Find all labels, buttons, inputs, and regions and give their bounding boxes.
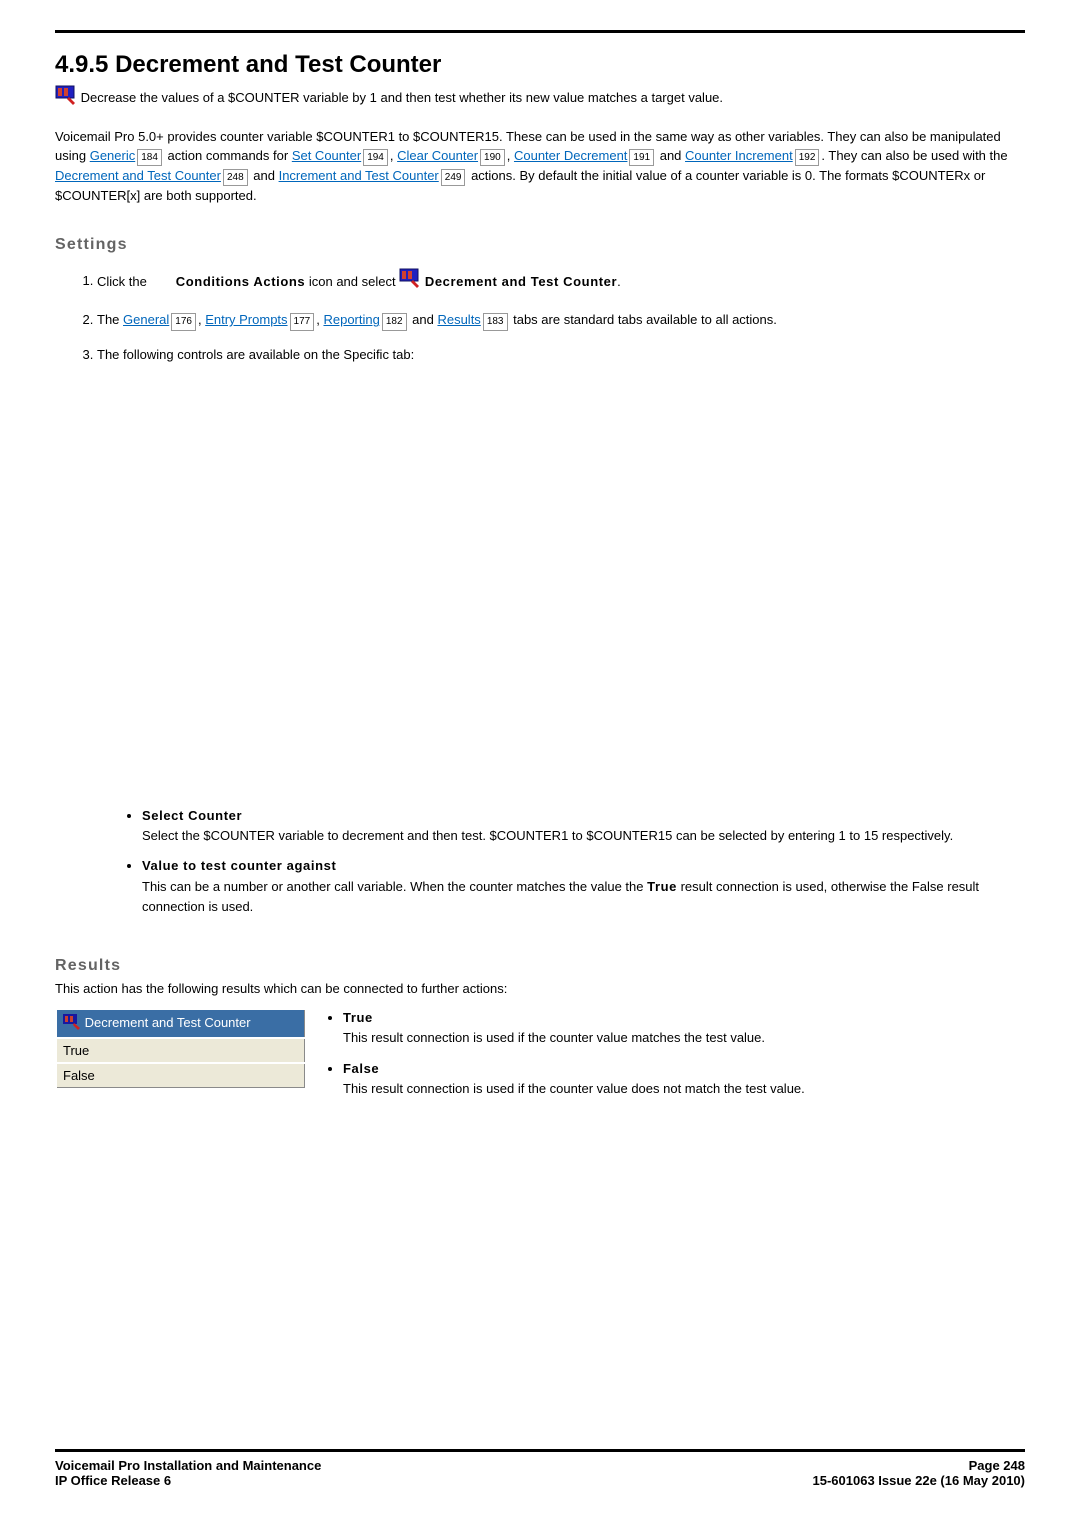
link-tab-entry-prompts[interactable]: Entry Prompts xyxy=(205,312,287,327)
pageref: 183 xyxy=(483,313,508,331)
footer-right: Page 248 15-601063 Issue 22e (16 May 201… xyxy=(813,1458,1026,1488)
results-table-row-false: False xyxy=(56,1063,305,1088)
footer-rule xyxy=(55,1449,1025,1452)
results-descriptions: True This result connection is used if t… xyxy=(323,1008,1025,1109)
pageref: 249 xyxy=(441,169,466,186)
document-page: 4.9.5 Decrement and Test Counter Decreas… xyxy=(0,0,1080,1528)
results-row: Decrement and Test Counter True False Tr… xyxy=(55,1008,1025,1125)
settings-step-2: The General176, Entry Prompts177, Report… xyxy=(97,310,1025,331)
results-heading: Results xyxy=(55,957,1025,975)
section-title: Decrement and Test Counter xyxy=(115,51,441,78)
pageref: 191 xyxy=(629,149,654,166)
section-heading: 4.9.5 Decrement and Test Counter xyxy=(55,51,1025,79)
pageref: 182 xyxy=(382,313,407,331)
counter-icon xyxy=(55,85,77,113)
pageref: 176 xyxy=(171,313,196,331)
results-table: Decrement and Test Counter True False xyxy=(55,1008,305,1088)
controls-list: Select Counter Select the $COUNTER varia… xyxy=(100,806,1025,917)
link-tab-reporting[interactable]: Reporting xyxy=(323,312,379,327)
link-tab-results[interactable]: Results xyxy=(437,312,480,327)
pageref: 184 xyxy=(137,149,162,166)
link-counter-increment[interactable]: Counter Increment xyxy=(685,148,793,163)
intro-paragraph: Decrease the values of a $COUNTER variab… xyxy=(55,85,1025,113)
footer-left: Voicemail Pro Installation and Maintenan… xyxy=(55,1458,321,1488)
counter-icon xyxy=(399,268,421,297)
counter-icon xyxy=(63,1014,81,1033)
link-decrement-test-counter[interactable]: Decrement and Test Counter xyxy=(55,168,221,183)
pageref: 190 xyxy=(480,149,505,166)
link-set-counter[interactable]: Set Counter xyxy=(292,148,361,163)
settings-list: Click the Conditions Actions icon and se… xyxy=(55,268,1025,367)
intro-text: Decrease the values of a $COUNTER variab… xyxy=(81,90,723,105)
link-increment-test-counter[interactable]: Increment and Test Counter xyxy=(279,168,439,183)
link-clear-counter[interactable]: Clear Counter xyxy=(397,148,478,163)
results-table-header: Decrement and Test Counter xyxy=(56,1009,305,1038)
result-false: False This result connection is used if … xyxy=(343,1059,1025,1099)
control-value-test: Value to test counter against This can b… xyxy=(142,856,1025,916)
top-rule xyxy=(55,30,1025,33)
pageref: 177 xyxy=(290,313,315,331)
link-counter-decrement[interactable]: Counter Decrement xyxy=(514,148,627,163)
results-intro: This action has the following results wh… xyxy=(55,979,1025,999)
results-table-row-true: True xyxy=(56,1038,305,1063)
section-number: 4.9.5 xyxy=(55,51,108,78)
description-paragraph: Voicemail Pro 5.0+ provides counter vari… xyxy=(55,127,1025,206)
specific-controls: Select Counter Select the $COUNTER varia… xyxy=(100,806,1025,917)
settings-step-1: Click the Conditions Actions icon and se… xyxy=(97,268,1025,297)
pageref: 192 xyxy=(795,149,820,166)
page-footer: Voicemail Pro Installation and Maintenan… xyxy=(55,1449,1025,1488)
pageref: 248 xyxy=(223,169,248,186)
settings-heading: Settings xyxy=(55,236,1025,254)
pageref: 194 xyxy=(363,149,388,166)
result-true: True This result connection is used if t… xyxy=(343,1008,1025,1048)
settings-step-3: The following controls are available on … xyxy=(97,345,1025,366)
control-select-counter: Select Counter Select the $COUNTER varia… xyxy=(142,806,1025,846)
link-tab-general[interactable]: General xyxy=(123,312,169,327)
link-generic[interactable]: Generic xyxy=(90,148,136,163)
